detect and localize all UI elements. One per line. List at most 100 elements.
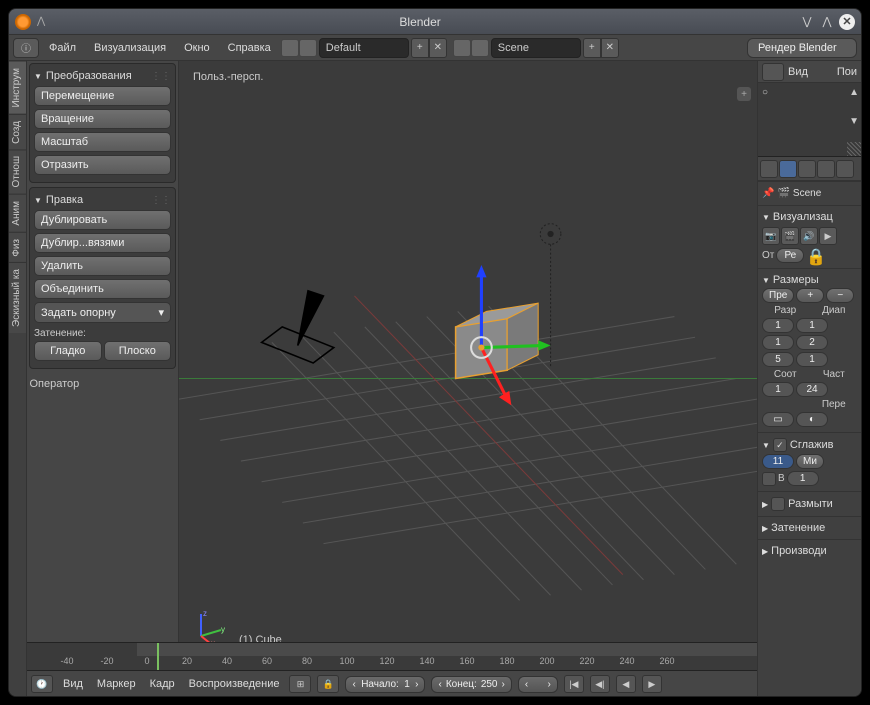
scene-delete-button[interactable]: ✕ [601, 38, 619, 58]
tab-scene-icon[interactable] [817, 160, 835, 178]
layout-add-button[interactable]: + [411, 38, 429, 58]
frame-start-input[interactable]: ‹Начало:1› [345, 676, 425, 693]
operator-panel[interactable]: ▶Оператор [27, 375, 176, 392]
scroll-up-icon[interactable]: ▲ [849, 87, 859, 98]
render-audio-icon[interactable]: 🔊 [800, 227, 818, 245]
editor-type-outliner-icon[interactable] [762, 63, 784, 81]
res-x-field[interactable]: 1 [762, 318, 794, 333]
shade-flat-button[interactable]: Плоско [104, 341, 172, 361]
pin-icon[interactable]: 📌 [762, 188, 774, 199]
menu-file[interactable]: Файл [41, 38, 84, 58]
shade-smooth-button[interactable]: Гладко [34, 341, 102, 361]
frame-start-field[interactable]: 1 [796, 318, 828, 333]
tab-create[interactable]: Созд [9, 114, 26, 150]
section-render[interactable]: ▼Визуализац [762, 209, 857, 225]
section-antialias[interactable]: ▼Сглажив [762, 436, 857, 454]
preset-add-button[interactable]: + [796, 288, 824, 303]
remap-field[interactable]: ◐ [796, 412, 828, 427]
scene-browse-icon[interactable] [453, 39, 471, 57]
res-pct-field[interactable]: 5 [762, 352, 794, 367]
tab-tools[interactable]: Инструм [9, 61, 26, 114]
display-dropdown[interactable]: Ре [776, 248, 804, 263]
triangle-down-icon[interactable]: ▼ [34, 72, 42, 81]
timeline-track[interactable]: -40 -20 0 20 40 60 80 100 120 140 160 18… [27, 643, 757, 671]
menu-render[interactable]: Визуализация [86, 38, 174, 58]
play-button[interactable]: ▶ [642, 675, 662, 693]
set-origin-dropdown[interactable]: Задать опорну▾ [34, 302, 171, 323]
scene-add-button[interactable]: + [583, 38, 601, 58]
area-corner-icon[interactable] [847, 142, 861, 156]
editor-type-icon[interactable]: ⓘ [13, 38, 39, 58]
lock-icon[interactable]: 🔒 [806, 247, 822, 263]
editor-type-props-icon[interactable] [760, 160, 778, 178]
frame-step-field[interactable]: 1 [796, 352, 828, 367]
grip-icon[interactable]: ⋮⋮ [151, 195, 171, 206]
lock-range-icon[interactable]: 🔒 [317, 675, 339, 693]
layout-browse2-icon[interactable] [299, 39, 317, 57]
render-engine-dropdown[interactable]: Рендер Blender [747, 38, 857, 58]
preset-remove-button[interactable]: − [826, 288, 854, 303]
tab-animation[interactable]: Аним [9, 194, 26, 232]
outliner-view-label[interactable]: Вид [788, 66, 808, 78]
tab-greasepencil[interactable]: Эскизный ка [9, 262, 26, 333]
3d-viewport[interactable]: Польз.-персп. + [179, 61, 757, 696]
scene-dropdown[interactable]: Scene [491, 38, 581, 58]
editor-type-timeline-icon[interactable]: 🕐 [31, 675, 53, 693]
join-button[interactable]: Объединить [34, 279, 171, 299]
triangle-down-icon[interactable]: ▼ [34, 196, 42, 205]
tab-physics[interactable]: Физ [9, 232, 26, 263]
tl-frame-menu[interactable]: Кадр [146, 678, 179, 690]
jump-start-button[interactable]: |◀ [564, 675, 584, 693]
grip-icon[interactable]: ⋮⋮ [151, 71, 171, 82]
fps-field[interactable]: 24 [796, 382, 828, 397]
border-field[interactable]: ▭ [762, 412, 794, 427]
frame-end-input[interactable]: ‹Конец:250› [431, 676, 511, 693]
scroll-down-icon[interactable]: ▼ [849, 116, 859, 127]
section-dimensions[interactable]: ▼Размеры [762, 272, 857, 288]
render-anim-icon[interactable]: 🎬 [781, 227, 799, 245]
tab-layers-icon[interactable] [798, 160, 816, 178]
mirror-button[interactable]: Отразить [34, 155, 171, 175]
aa-filter-dropdown[interactable]: Ми [796, 454, 824, 469]
filter-size-field[interactable]: 1 [787, 471, 819, 486]
menu-help[interactable]: Справка [220, 38, 279, 58]
maximize-button[interactable]: ⋀ [819, 14, 835, 30]
res-y-field[interactable]: 1 [762, 335, 794, 350]
chevron-up-icon[interactable]: ⋀ [37, 16, 45, 27]
tab-relations[interactable]: Отнош [9, 149, 26, 193]
frame-end-field[interactable]: 2 [796, 335, 828, 350]
play-reverse-button[interactable]: ◀ [616, 675, 636, 693]
duplicate-button[interactable]: Дублировать [34, 210, 171, 230]
preset-dropdown[interactable]: Пре [762, 288, 794, 303]
tl-view-menu[interactable]: Вид [59, 678, 87, 690]
delete-button[interactable]: Удалить [34, 256, 171, 276]
scale-button[interactable]: Масштаб [34, 132, 171, 152]
render-play-icon[interactable]: ▶ [819, 227, 837, 245]
tab-world-icon[interactable] [836, 160, 854, 178]
menu-window[interactable]: Окно [176, 38, 218, 58]
layout-browse-icon[interactable] [281, 39, 299, 57]
translate-button[interactable]: Перемещение [34, 86, 171, 106]
section-performance[interactable]: ▶Производи [762, 543, 857, 559]
render-image-icon[interactable]: 📷 [762, 227, 780, 245]
duplicate-linked-button[interactable]: Дублир...вязями [34, 233, 171, 253]
scene-browse2-icon[interactable] [471, 39, 489, 57]
range-toggle-icon[interactable]: ⊞ [289, 675, 311, 693]
tl-marker-menu[interactable]: Маркер [93, 678, 140, 690]
close-button[interactable]: ✕ [839, 14, 855, 30]
keyframe-prev-button[interactable]: ◀| [590, 675, 610, 693]
tl-playback-menu[interactable]: Воспроизведение [185, 678, 284, 690]
tab-render-icon[interactable] [779, 160, 797, 178]
section-motion-blur[interactable]: ▶Размыти [762, 495, 857, 513]
rotate-button[interactable]: Вращение [34, 109, 171, 129]
section-shading[interactable]: ▶Затенение [762, 520, 857, 536]
current-frame-input[interactable]: ‹› [518, 676, 558, 693]
layout-delete-button[interactable]: ✕ [429, 38, 447, 58]
aa-checkbox[interactable] [773, 438, 787, 452]
aspect-x-field[interactable]: 1 [762, 382, 794, 397]
aa-samples-field[interactable]: 11 [762, 454, 794, 469]
minimize-button[interactable]: ⋁ [799, 14, 815, 30]
screen-layout-dropdown[interactable]: Default [319, 38, 409, 58]
mblur-checkbox[interactable] [771, 497, 785, 511]
outliner-search-label[interactable]: Пои [837, 66, 857, 78]
